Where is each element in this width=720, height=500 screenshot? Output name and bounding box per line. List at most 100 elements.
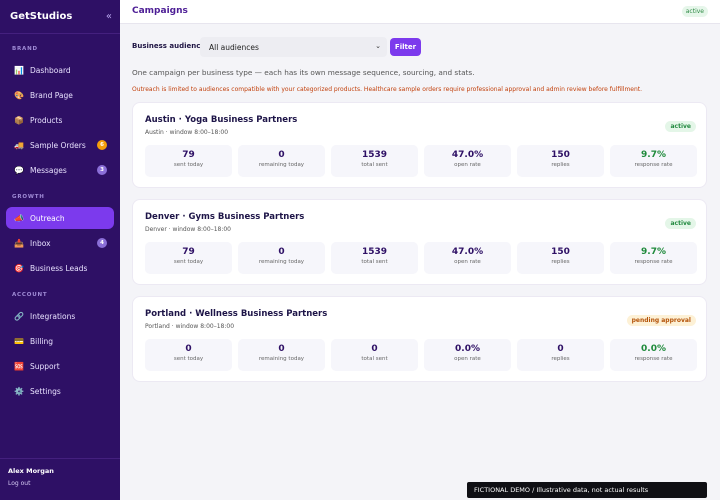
stat-value: 47.0% bbox=[451, 150, 484, 160]
app-logo-text: GetStudios bbox=[10, 11, 73, 22]
stat-replies: 150 replies bbox=[517, 242, 604, 274]
campaign-card[interactable]: Portland · Wellness Business Partners Po… bbox=[132, 296, 707, 382]
sidebar-item-sample-orders[interactable]: 🚚 Sample Orders 6 bbox=[6, 134, 114, 156]
chevron-down-icon: ⌄ bbox=[375, 42, 381, 50]
campaign-title: Austin · Yoga Business Partners bbox=[145, 115, 298, 125]
sidebar-item-products[interactable]: 📦 Products bbox=[6, 109, 114, 131]
stat-label: sent today bbox=[173, 259, 204, 265]
stat-value: 0 bbox=[557, 344, 564, 354]
stat-label: open rate bbox=[454, 259, 481, 265]
card-icon: 💳 bbox=[14, 336, 24, 346]
campaign-subtitle: Austin · window 8:00–18:00 bbox=[145, 129, 229, 136]
stat-open-rate: 0.0% open rate bbox=[424, 339, 511, 371]
sidebar-item-label: Inbox bbox=[30, 238, 51, 248]
status-badge: active bbox=[681, 6, 708, 17]
stat-label: open rate bbox=[454, 356, 481, 362]
section-label-brand: BRAND bbox=[12, 46, 38, 52]
stat-total-sent: 0 total sent bbox=[331, 339, 418, 371]
stat-value: 47.0% bbox=[451, 247, 484, 257]
stat-value: 150 bbox=[551, 150, 570, 160]
stat-replies: 0 replies bbox=[517, 339, 604, 371]
stat-label: remaining today bbox=[258, 259, 305, 265]
compliance-warning: Outreach is limited to audiences compati… bbox=[132, 86, 643, 93]
campaign-card[interactable]: Denver · Gyms Business Partners Denver ·… bbox=[132, 199, 707, 285]
filter-button[interactable]: Filter bbox=[390, 38, 421, 56]
audience-filter-label: Business audience bbox=[132, 42, 206, 50]
sidebar-item-outreach[interactable]: 📣 Outreach bbox=[6, 207, 114, 229]
sample-orders-count-badge: 6 bbox=[97, 140, 107, 150]
stat-label: total sent bbox=[361, 162, 388, 168]
truck-icon: 🚚 bbox=[14, 140, 24, 150]
sidebar-item-label: Outreach bbox=[30, 213, 65, 223]
sidebar-item-brand-page[interactable]: 🎨 Brand Page bbox=[6, 84, 114, 106]
stat-label: remaining today bbox=[258, 162, 305, 168]
sidebar-item-inbox[interactable]: 📥 Inbox 4 bbox=[6, 232, 114, 254]
stat-value: 0 bbox=[371, 344, 378, 354]
stat-value: 0.0% bbox=[455, 344, 480, 354]
section-label-account: ACCOUNT bbox=[12, 292, 48, 298]
stat-total-sent: 1539 total sent bbox=[331, 242, 418, 274]
sidebar-item-label: Dashboard bbox=[30, 65, 71, 75]
intro-text: One campaign per business type — each ha… bbox=[132, 68, 475, 77]
stat-value: 9.7% bbox=[641, 247, 666, 257]
sidebar-item-dashboard[interactable]: 📊 Dashboard bbox=[6, 59, 114, 81]
stat-remaining-today: 0 remaining today bbox=[238, 145, 325, 177]
stat-value: 9.7% bbox=[641, 150, 666, 160]
sidebar-item-billing[interactable]: 💳 Billing bbox=[6, 330, 114, 352]
sidebar-item-business-leads[interactable]: 🎯 Business Leads bbox=[6, 257, 114, 279]
stat-value: 150 bbox=[551, 247, 570, 257]
stat-label: sent today bbox=[173, 356, 204, 362]
campaign-status-badge: pending approval bbox=[626, 315, 696, 326]
sidebar-item-label: Messages bbox=[30, 165, 67, 175]
sidebar-item-label: Settings bbox=[30, 386, 61, 396]
stat-value: 0.0% bbox=[641, 344, 666, 354]
stat-label: remaining today bbox=[258, 356, 305, 362]
page-title: Campaigns bbox=[132, 6, 188, 16]
campaign-status-badge: active bbox=[665, 121, 696, 132]
chat-icon: 💬 bbox=[14, 165, 24, 175]
stat-total-sent: 1539 total sent bbox=[331, 145, 418, 177]
stat-replies: 150 replies bbox=[517, 145, 604, 177]
logout-link[interactable]: Log out bbox=[8, 480, 30, 487]
inbox-icon: 📥 bbox=[14, 238, 24, 248]
stat-remaining-today: 0 remaining today bbox=[238, 339, 325, 371]
sidebar-item-support[interactable]: 🆘 Support bbox=[6, 355, 114, 377]
audience-select[interactable]: All audiences ⌄ bbox=[200, 37, 387, 57]
stat-label: response rate bbox=[634, 356, 673, 362]
top-header: Campaigns active bbox=[120, 0, 720, 24]
stat-sent-today: 0 sent today bbox=[145, 339, 232, 371]
campaign-subtitle: Denver · window 8:00–18:00 bbox=[145, 226, 231, 233]
stat-response-rate: 0.0% response rate bbox=[610, 339, 697, 371]
stat-open-rate: 47.0% open rate bbox=[424, 145, 511, 177]
stat-value: 79 bbox=[182, 247, 195, 257]
stat-value: 0 bbox=[278, 344, 285, 354]
gear-icon: ⚙️ bbox=[14, 386, 24, 396]
stat-label: total sent bbox=[361, 356, 388, 362]
sidebar-item-label: Brand Page bbox=[30, 90, 73, 100]
sidebar-item-settings[interactable]: ⚙️ Settings bbox=[6, 380, 114, 402]
stat-label: response rate bbox=[634, 259, 673, 265]
stat-label: open rate bbox=[454, 162, 481, 168]
target-icon: 🎯 bbox=[14, 263, 24, 273]
stat-label: total sent bbox=[361, 259, 388, 265]
sidebar-item-integrations[interactable]: 🔗 Integrations bbox=[6, 305, 114, 327]
stat-value: 0 bbox=[278, 150, 285, 160]
campaign-card[interactable]: Austin · Yoga Business Partners Austin ·… bbox=[132, 102, 707, 188]
campaign-subtitle: Portland · window 8:00–18:00 bbox=[145, 323, 235, 330]
box-icon: 📦 bbox=[14, 115, 24, 125]
stat-value: 1539 bbox=[361, 150, 388, 160]
stat-sent-today: 79 sent today bbox=[145, 242, 232, 274]
stat-response-rate: 9.7% response rate bbox=[610, 242, 697, 274]
sidebar-item-messages[interactable]: 💬 Messages 3 bbox=[6, 159, 114, 181]
brand-header: GetStudios « bbox=[0, 0, 120, 34]
stat-label: replies bbox=[551, 356, 570, 362]
sos-icon: 🆘 bbox=[14, 361, 24, 371]
sidebar-item-label: Support bbox=[30, 361, 60, 371]
stat-label: sent today bbox=[173, 162, 204, 168]
demo-disclaimer: FICTIONAL DEMO / Illustrative data, not … bbox=[467, 482, 707, 498]
sidebar-item-label: Products bbox=[30, 115, 63, 125]
messages-count-badge: 3 bbox=[97, 165, 107, 175]
stat-open-rate: 47.0% open rate bbox=[424, 242, 511, 274]
sidebar-item-label: Business Leads bbox=[30, 263, 88, 273]
collapse-sidebar-icon[interactable]: « bbox=[106, 11, 112, 22]
